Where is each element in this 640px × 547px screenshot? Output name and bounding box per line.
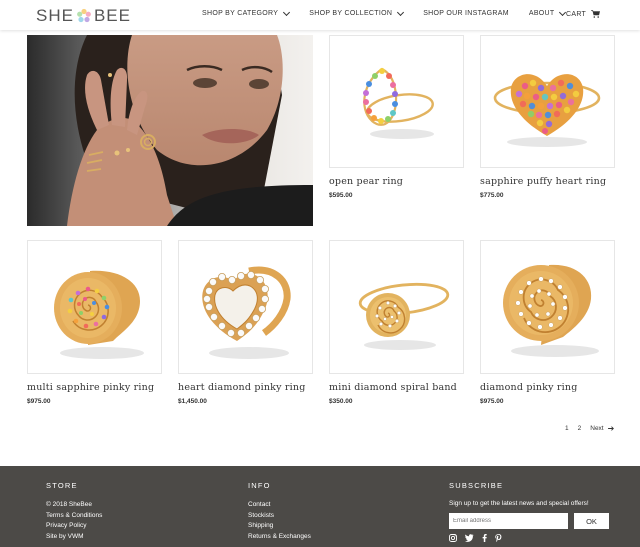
nav-about[interactable]: ABOUT [528,8,567,17]
product-card[interactable]: heart diamond pinky ring $1,450.00 [178,240,313,405]
site-header: SHE BEE SHOP BY CATEGORY SHOP BY COLLECT… [0,0,640,30]
site-logo[interactable]: SHE BEE [36,6,131,26]
contact-link[interactable]: Contact [248,500,311,511]
flower-logo-icon [76,8,92,24]
facebook-icon[interactable] [482,534,487,544]
subscribe-text: Sign up to get the latest news and speci… [449,500,589,507]
product-image[interactable] [329,240,464,374]
site-footer: STORE © 2018 SheBee Terms & Conditions P… [0,466,640,547]
logo-text-right: BEE [93,6,131,25]
product-name[interactable]: heart diamond pinky ring [178,382,313,393]
nav-label: SHOP OUR INSTAGRAM [423,10,509,17]
product-price: $1,450.00 [178,398,207,405]
email-field[interactable] [449,513,568,529]
next-page-link[interactable]: Next ➔ [590,424,614,433]
product-card[interactable]: mini diamond spiral band $350.00 [329,240,464,405]
shipping-link[interactable]: Shipping [248,521,311,532]
product-name[interactable]: diamond pinky ring [480,382,615,393]
product-name[interactable]: mini diamond spiral band [329,382,464,393]
product-card[interactable]: sapphire puffy heart ring $775.00 [480,35,615,199]
nav-shop-our-instagram[interactable]: SHOP OUR INSTAGRAM [423,10,509,17]
cart-icon [591,10,601,18]
footer-info-heading: INFO [248,481,271,490]
privacy-link[interactable]: Privacy Policy [46,521,102,532]
nav-label: SHOP BY CATEGORY [202,10,279,17]
pagination: 1 2 Next ➔ [565,424,614,433]
pinterest-icon[interactable] [495,534,502,544]
main-nav: SHOP BY CATEGORY SHOP BY COLLECTION SHOP… [202,8,567,17]
subscribe-ok-button[interactable]: OK [574,513,609,529]
page-1-link[interactable]: 1 [565,425,569,432]
footer-subscribe-heading: SUBSCRIBE [449,481,504,490]
returns-link[interactable]: Returns & Exchanges [248,532,311,543]
footer-info-column: INFO Contact Stockists Shipping Returns … [248,481,311,542]
product-price: $975.00 [27,398,51,405]
product-image[interactable] [27,240,162,374]
product-card[interactable]: multi sapphire pinky ring $975.00 [27,240,162,405]
footer-subscribe-column: SUBSCRIBE Sign up to get the latest news… [449,481,609,544]
product-card[interactable]: open pear ring $595.00 [329,35,464,199]
nav-label: ABOUT [528,10,555,17]
product-price: $595.00 [329,192,353,199]
nav-shop-by-category[interactable]: SHOP BY CATEGORY [202,8,291,17]
product-name[interactable]: multi sapphire pinky ring [27,382,162,393]
site-by-link[interactable]: Site by VWM [46,532,102,543]
hero-model-image [27,35,313,226]
next-label: Next [590,425,604,432]
chevron-down-icon [397,8,405,16]
terms-link[interactable]: Terms & Conditions [46,511,102,522]
footer-store-column: STORE © 2018 SheBee Terms & Conditions P… [46,481,102,542]
cart-link[interactable]: CART [566,10,601,18]
nav-shop-by-collection[interactable]: SHOP BY COLLECTION [309,8,405,17]
product-card[interactable]: diamond pinky ring $975.00 [480,240,615,405]
product-image[interactable] [329,35,464,168]
instagram-icon[interactable] [449,534,457,544]
product-name[interactable]: open pear ring [329,176,464,187]
product-price: $975.00 [480,398,504,405]
product-image[interactable] [480,240,615,374]
cart-label: CART [566,10,587,18]
page-2-link[interactable]: 2 [578,425,582,432]
social-links [449,534,609,544]
arrow-right-icon: ➔ [607,424,615,433]
footer-store-heading: STORE [46,481,78,490]
product-name[interactable]: sapphire puffy heart ring [480,176,615,187]
chevron-down-icon [283,8,291,16]
copyright-text: © 2018 SheBee [46,501,92,508]
nav-label: SHOP BY COLLECTION [309,10,393,17]
product-price: $775.00 [480,192,504,199]
product-image[interactable] [178,240,313,374]
twitter-icon[interactable] [465,534,474,544]
logo-text-left: SHE [36,6,74,25]
product-image[interactable] [480,35,615,168]
stockists-link[interactable]: Stockists [248,511,311,522]
product-price: $350.00 [329,398,353,405]
